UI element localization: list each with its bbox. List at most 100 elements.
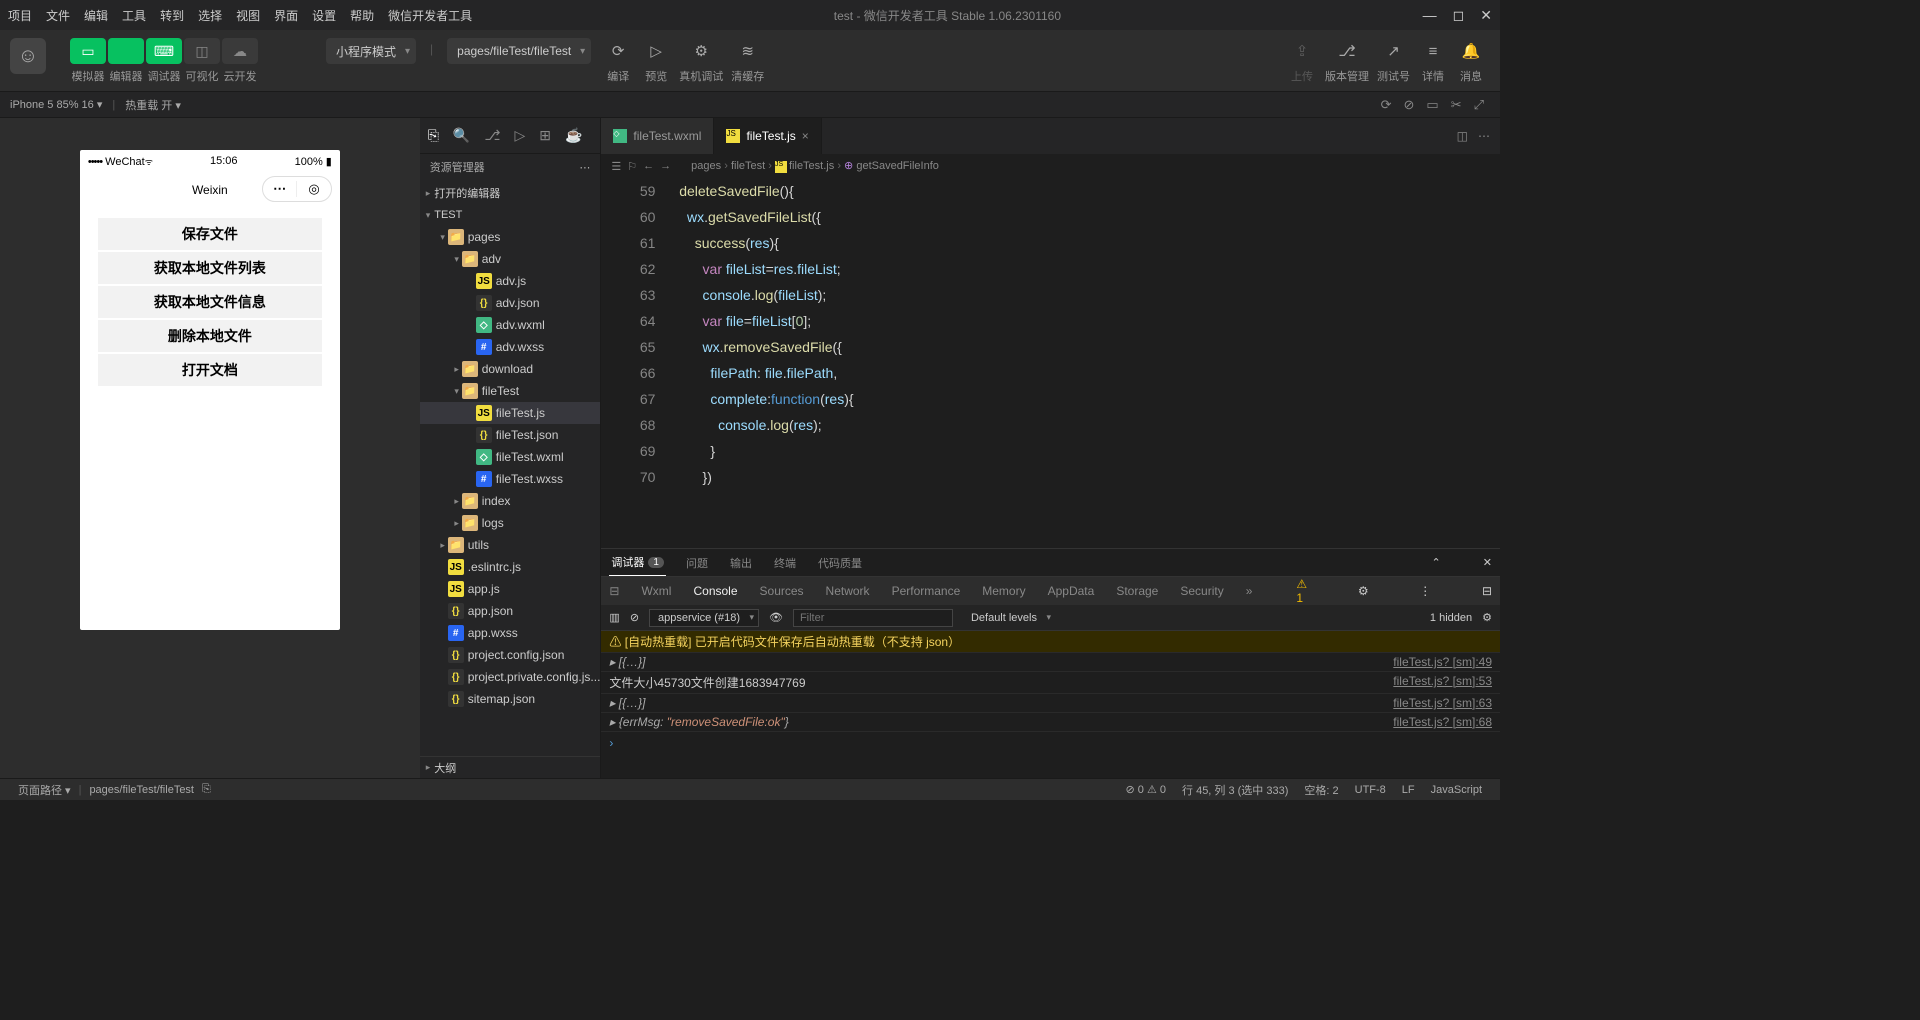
phone-button[interactable]: 获取本地文件信息 <box>98 286 322 318</box>
phone-button[interactable]: 获取本地文件列表 <box>98 252 322 284</box>
copy-icon[interactable]: ⎘ <box>202 783 211 796</box>
console-play-icon[interactable]: ▥ <box>609 611 619 624</box>
tree-node[interactable]: ▾📁pages <box>420 226 601 248</box>
tree-node[interactable]: ▾📁fileTest <box>420 380 601 402</box>
cup-icon[interactable]: ☕ <box>565 127 582 144</box>
capsule-close-icon[interactable]: ◎ <box>297 181 331 197</box>
expand-icon[interactable]: ⤢ <box>1474 97 1484 113</box>
phone-button[interactable]: 保存文件 <box>98 218 322 250</box>
devtools-tab[interactable]: Console <box>693 584 737 598</box>
devtools-tab[interactable]: Performance <box>892 584 961 598</box>
toolbar-action[interactable]: ▷预览 <box>641 38 671 84</box>
toolbar-button[interactable]: ⌨调试器 <box>146 38 182 84</box>
extensions-icon[interactable]: ⊞ <box>539 127 551 144</box>
tree-node[interactable]: {}fileTest.json <box>420 424 601 446</box>
menu-item[interactable]: 视图 <box>236 7 260 24</box>
menu-item[interactable]: 选择 <box>198 7 222 24</box>
panel-tab[interactable]: 终端 <box>772 549 798 576</box>
tree-node[interactable]: {}adv.json <box>420 292 601 314</box>
back-icon[interactable]: ← <box>643 160 654 172</box>
devtools-tab[interactable]: Security <box>1180 584 1223 598</box>
tree-node[interactable]: ◇adv.wxml <box>420 314 601 336</box>
list-icon[interactable]: ☰ <box>611 160 621 173</box>
git-icon[interactable]: ⎇ <box>484 127 500 144</box>
breadcrumb-path[interactable]: pages › fileTest › JSfileTest.js › ⊕ get… <box>691 159 939 172</box>
tree-node[interactable]: #fileTest.wxss <box>420 468 601 490</box>
maximize-icon[interactable]: ◻ <box>1453 7 1465 24</box>
page-select[interactable]: pages/fileTest/fileTest <box>447 38 591 64</box>
devtools-tab[interactable]: Sources <box>760 584 804 598</box>
refresh-icon[interactable]: ⟳ <box>1381 97 1392 113</box>
stop-icon[interactable]: ⊘ <box>1403 97 1414 113</box>
menu-item[interactable]: 设置 <box>312 7 336 24</box>
editor-tab[interactable]: ◇fileTest.wxml <box>601 118 714 154</box>
menu-item[interactable]: 界面 <box>274 7 298 24</box>
toolbar-right-button[interactable]: ↗测试号 <box>1377 38 1410 84</box>
menu-item[interactable]: 项目 <box>8 7 32 24</box>
console-gear-icon[interactable]: ⚙ <box>1482 611 1492 624</box>
devtools-tab[interactable]: Storage <box>1116 584 1158 598</box>
editor-tab[interactable]: JSfileTest.js× <box>714 118 821 154</box>
more-icon[interactable]: ⋯ <box>579 161 590 174</box>
tree-node[interactable]: {}sitemap.json <box>420 688 601 710</box>
tree-node[interactable]: #app.wxss <box>420 622 601 644</box>
toolbar-right-button[interactable]: ≡详情 <box>1418 38 1448 84</box>
console-row[interactable]: ▸ [{…}]fileTest.js? [sm]:63 <box>601 694 1500 713</box>
bookmark-icon[interactable]: ⚐ <box>627 160 637 173</box>
devtools-expand-icon[interactable]: ⊟ <box>1482 584 1492 598</box>
cut-icon[interactable]: ✂ <box>1451 97 1462 113</box>
panel-tab[interactable]: 问题 <box>684 549 710 576</box>
menu-item[interactable]: 文件 <box>46 7 70 24</box>
console-clear-icon[interactable]: ⊘ <box>630 611 639 624</box>
code-editor[interactable]: 596061626364656667686970 deleteSavedFile… <box>601 178 1500 548</box>
encoding[interactable]: UTF-8 <box>1355 784 1386 796</box>
page-path[interactable]: pages/fileTest/fileTest <box>89 784 194 796</box>
eol[interactable]: LF <box>1402 784 1415 796</box>
tree-node[interactable]: ◇fileTest.wxml <box>420 446 601 468</box>
tree-node[interactable]: JS.eslintrc.js <box>420 556 601 578</box>
hotreload-toggle[interactable]: 热重载 开 ▾ <box>125 97 181 113</box>
levels-select[interactable]: Default levels <box>963 610 1055 626</box>
devtools-gear-icon[interactable]: ⚙ <box>1358 584 1369 598</box>
panel-tab[interactable]: 输出 <box>728 549 754 576</box>
tree-node[interactable]: ▾📁adv <box>420 248 601 270</box>
menu-item[interactable]: 转到 <box>160 7 184 24</box>
tree-node[interactable]: JSadv.js <box>420 270 601 292</box>
panel-close-icon[interactable]: ✕ <box>1483 556 1492 569</box>
tree-node[interactable]: {}app.json <box>420 600 601 622</box>
language-mode[interactable]: JavaScript <box>1431 784 1482 796</box>
tree-node[interactable]: #adv.wxss <box>420 336 601 358</box>
console-filter-input[interactable] <box>793 609 953 627</box>
avatar[interactable]: ☺ <box>10 38 46 74</box>
tab-close-icon[interactable]: × <box>802 129 809 143</box>
devtools-tab[interactable]: AppData <box>1048 584 1095 598</box>
tree-node[interactable]: ▸📁logs <box>420 512 601 534</box>
console-output[interactable]: ⚠ [自动热重载] 已开启代码文件保存后自动热重载（不支持 json）▸ [{…… <box>601 631 1500 778</box>
toolbar-action[interactable]: ≋清缓存 <box>731 38 764 84</box>
menu-item[interactable]: 工具 <box>122 7 146 24</box>
more-icon[interactable]: ⋯ <box>1478 129 1490 143</box>
menu-item[interactable]: 微信开发者工具 <box>388 7 472 24</box>
split-icon[interactable]: ◫ <box>1457 129 1468 143</box>
devtools-tab[interactable]: Network <box>826 584 870 598</box>
indent-setting[interactable]: 空格: 2 <box>1304 782 1338 798</box>
mode-select[interactable]: 小程序模式 <box>326 38 416 64</box>
warning-badge[interactable]: ⚠ 1 <box>1296 577 1307 605</box>
tree-node[interactable]: {}project.config.json <box>420 644 601 666</box>
debug-icon[interactable]: ▷ <box>514 127 525 144</box>
toolbar-right-button[interactable]: 🔔消息 <box>1456 38 1486 84</box>
toolbar-action[interactable]: ⚙真机调试 <box>679 38 723 84</box>
hidden-count[interactable]: 1 hidden <box>1430 612 1472 624</box>
devtools-tab[interactable]: Wxml <box>641 584 671 598</box>
capsule-button[interactable]: ⋯ ◎ <box>262 176 332 202</box>
minimize-icon[interactable]: — <box>1423 7 1437 24</box>
console-row[interactable]: ▸ {errMsg: "removeSavedFile:ok"}fileTest… <box>601 713 1500 732</box>
device-select[interactable]: iPhone 5 85% 16 ▾ <box>10 98 102 111</box>
context-select[interactable]: appservice (#18) <box>649 609 759 627</box>
devtools-dock-icon[interactable]: ⋮ <box>1419 584 1431 598</box>
devtools-more-icon[interactable]: » <box>1246 584 1253 598</box>
devtools-tab[interactable]: Memory <box>982 584 1025 598</box>
device-icon[interactable]: ▭ <box>1426 97 1438 113</box>
project-section[interactable]: TEST <box>420 204 601 226</box>
console-row[interactable]: ▸ [{…}]fileTest.js? [sm]:49 <box>601 653 1500 672</box>
